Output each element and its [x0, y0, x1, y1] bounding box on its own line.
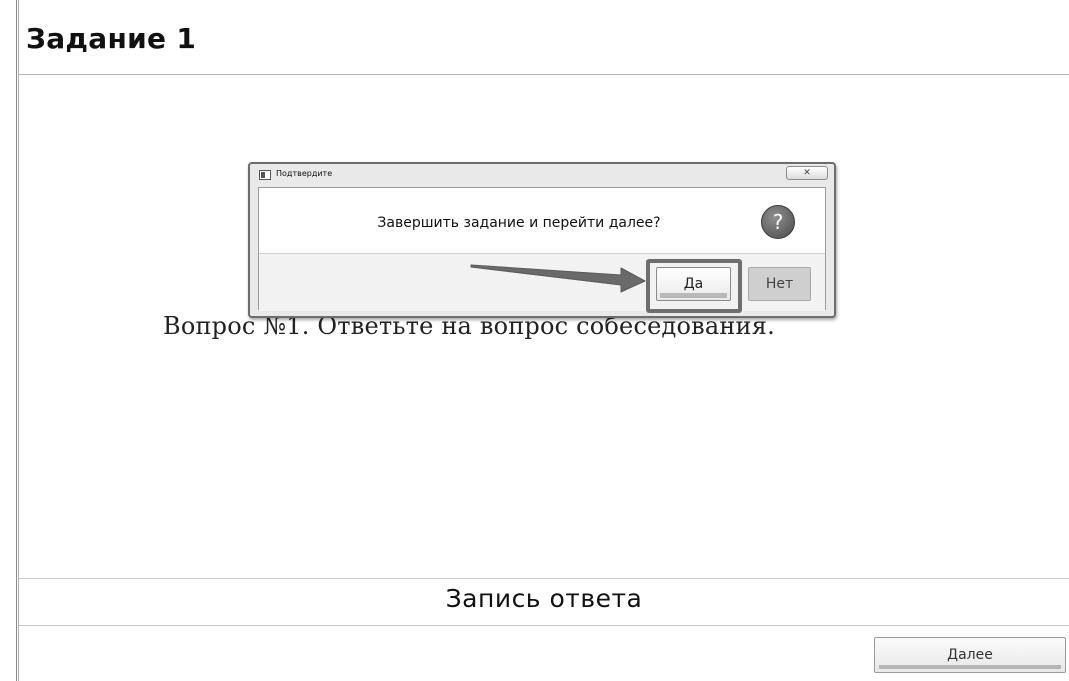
yes-button-label: Да: [683, 276, 704, 292]
dialog-close-button[interactable]: ✕: [786, 166, 828, 180]
no-button-label: Нет: [765, 276, 794, 292]
next-button[interactable]: Далее: [874, 637, 1066, 673]
yes-button[interactable]: Да: [656, 267, 731, 301]
page-title: Задание 1: [26, 22, 197, 55]
next-button-underline: [879, 665, 1061, 669]
window-app-icon: [259, 170, 271, 180]
dialog-titlebar[interactable]: Подтвердите ✕: [250, 164, 834, 186]
recording-divider-bottom: [19, 625, 1069, 626]
dialog-message: Завершить задание и перейти далее?: [377, 215, 661, 231]
next-button-label: Далее: [947, 647, 993, 663]
no-button[interactable]: Нет: [748, 267, 811, 301]
question-icon: ?: [761, 205, 795, 239]
close-icon: ✕: [803, 168, 811, 178]
dialog-button-bar: Да Нет: [259, 253, 825, 313]
confirm-dialog: Подтвердите ✕ Завершить задание и перейт…: [248, 162, 836, 318]
dialog-title: Подтвердите: [276, 169, 333, 178]
recording-divider-top: [19, 578, 1069, 579]
application-window: Задание 1 Вопрос №1. Ответьте на вопрос …: [0, 0, 1069, 681]
recording-label: Запись ответа: [445, 584, 643, 613]
title-divider: [19, 74, 1069, 75]
dialog-body: Завершить задание и перейти далее? ? Да …: [258, 187, 826, 313]
pointer-arrow-icon: [470, 264, 646, 293]
yes-button-underline: [660, 293, 727, 298]
